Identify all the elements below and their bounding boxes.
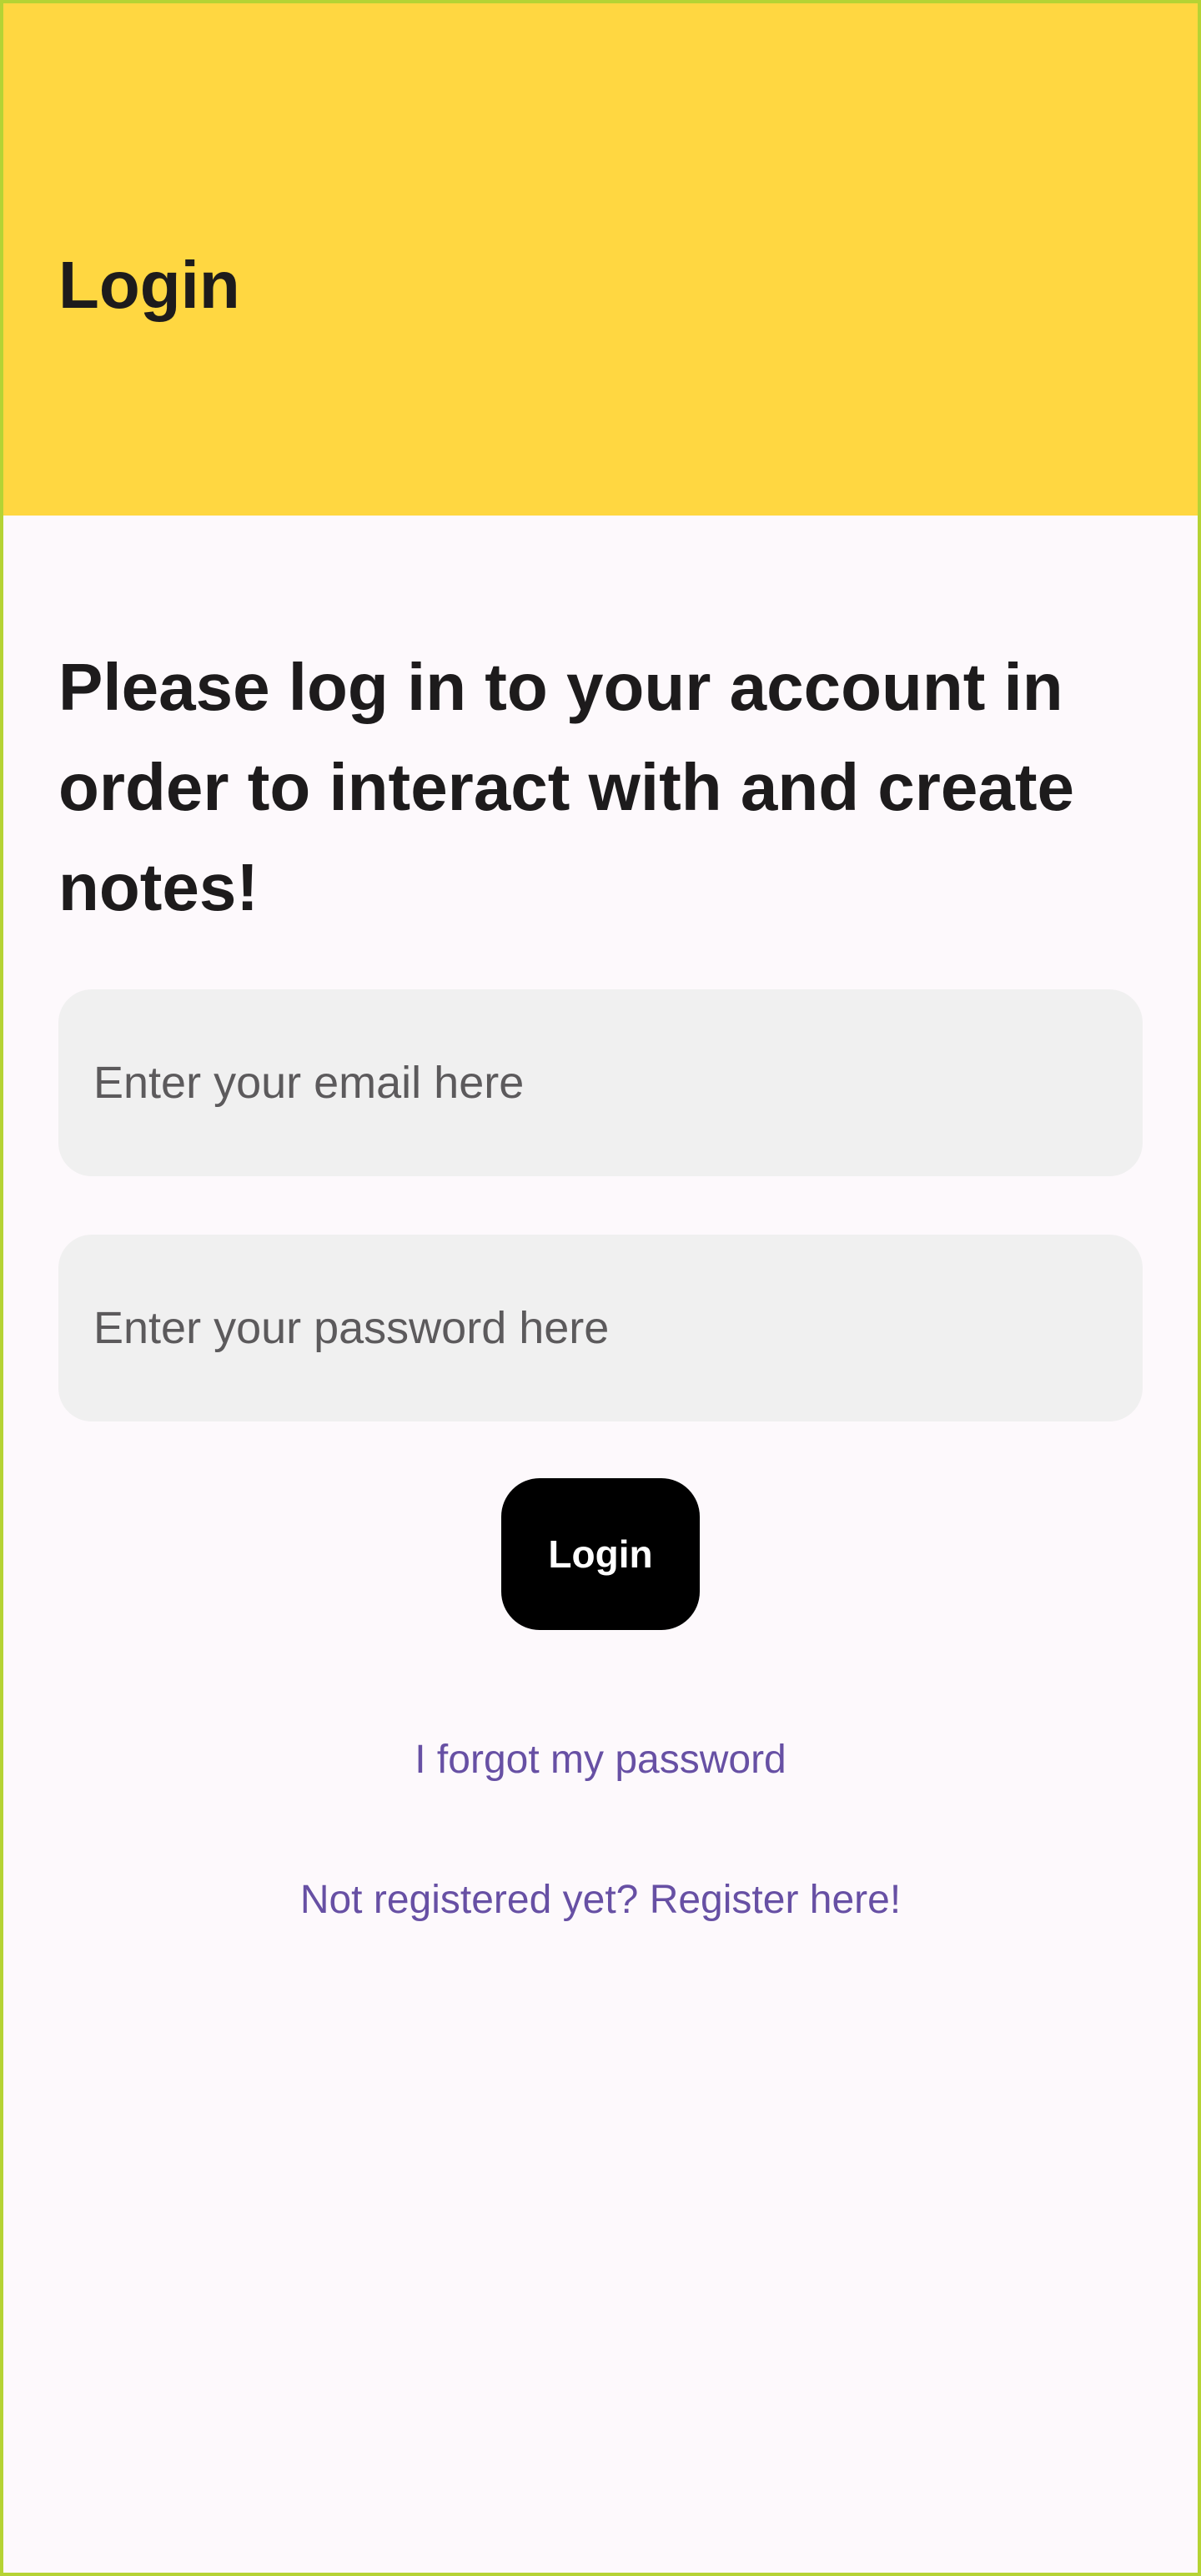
- login-button[interactable]: Login: [501, 1478, 700, 1630]
- email-field[interactable]: [58, 989, 1143, 1176]
- app-bar: Login: [3, 3, 1198, 516]
- page-title: Login: [58, 248, 240, 322]
- register-link[interactable]: Not registered yet? Register here!: [3, 1875, 1198, 1925]
- login-screen: Login Please log in to your account in o…: [3, 3, 1198, 2573]
- intro-message: Please log in to your account in order t…: [58, 650, 1075, 924]
- forgot-password-link[interactable]: I forgot my password: [3, 1735, 1198, 1785]
- password-field[interactable]: [58, 1235, 1143, 1421]
